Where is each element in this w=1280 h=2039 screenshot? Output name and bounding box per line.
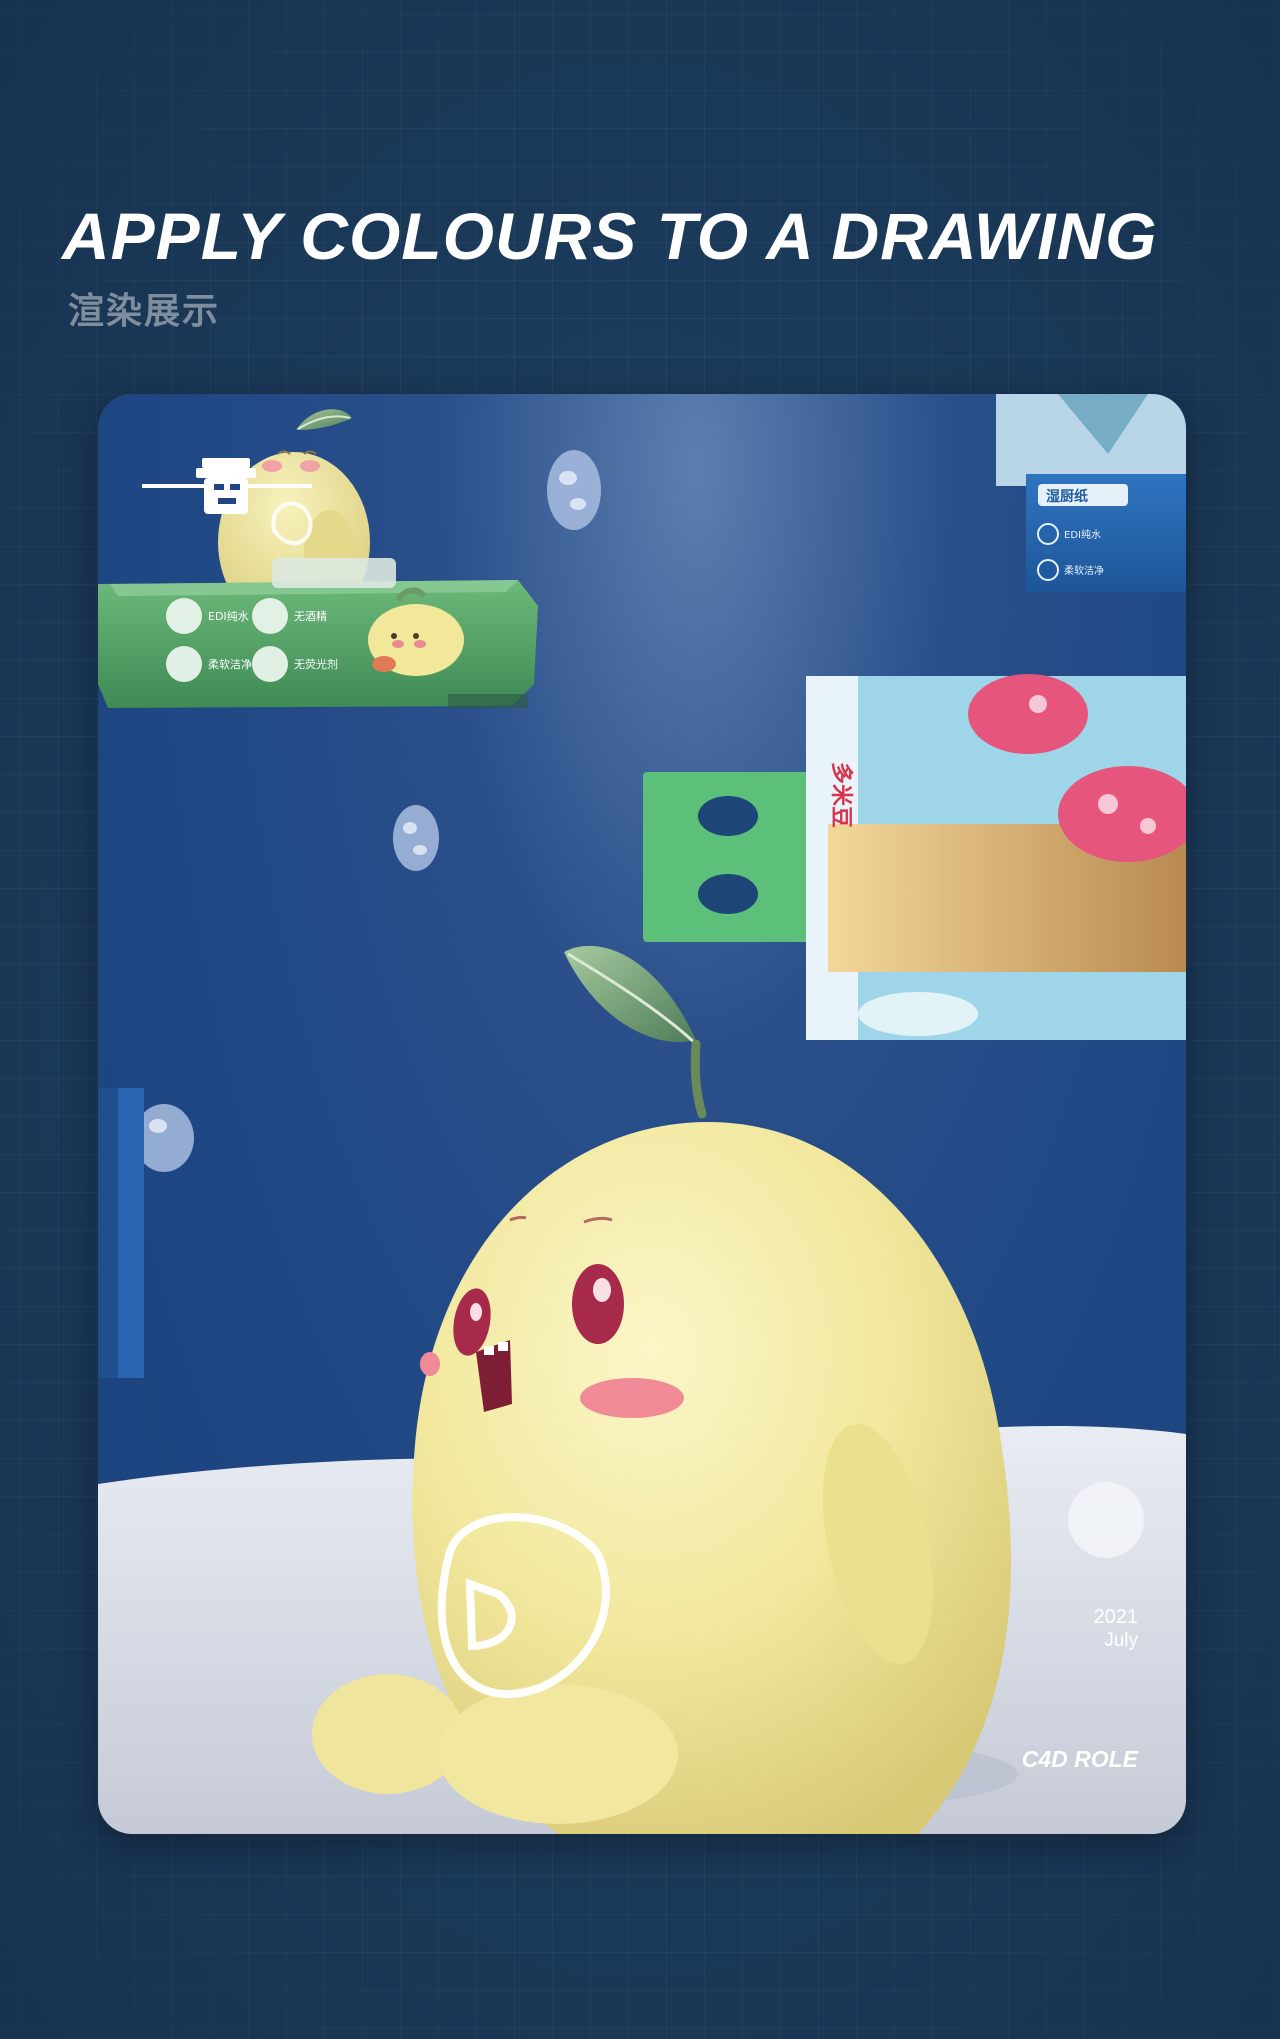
green-wipes-pack: EDI纯水 无酒精 柔软洁净 无荧光剂	[98, 558, 538, 708]
blue-box-left	[98, 1088, 144, 1378]
page-subtitle: 渲染展示	[68, 291, 221, 332]
main-mascot	[312, 945, 1018, 1834]
blue-pack-feature-1: EDI纯水	[1064, 528, 1101, 541]
wipes-feature-1: EDI纯水	[208, 610, 249, 623]
tissue-brand: 多米豆	[828, 762, 854, 828]
floating-bean-1	[547, 450, 601, 530]
glow-orb	[1068, 1482, 1144, 1558]
render-scene: EDI纯水 无酒精 柔软洁净 无荧光剂 湿厨纸 EDI纯水 柔软洁净 多米豆	[98, 394, 1186, 1834]
wipes-feature-4: 无荧光剂	[294, 657, 338, 671]
floating-bean-2	[393, 805, 439, 871]
blue-pack-feature-2: 柔软洁净	[1064, 564, 1104, 577]
wipes-feature-2: 无酒精	[294, 610, 327, 623]
blue-pack-brand: 湿厨纸	[1046, 488, 1088, 505]
role-label: C4D ROLE	[1021, 1746, 1138, 1772]
date-year: 2021	[1093, 1606, 1139, 1628]
date-month: July	[1104, 1630, 1138, 1651]
brand-logo	[142, 458, 312, 514]
blue-kitchen-wipes-pack: 湿厨纸 EDI纯水 柔软洁净	[996, 394, 1186, 592]
render-showcase-card: EDI纯水 无酒精 柔软洁净 无荧光剂 湿厨纸 EDI纯水 柔软洁净 多米豆 2…	[98, 394, 1186, 1834]
tissue-pack: 多米豆	[643, 674, 1186, 1040]
page-title: APPLY COLOURS TO A DRAWING	[62, 199, 1158, 273]
wipes-feature-3: 柔软洁净	[208, 657, 252, 671]
